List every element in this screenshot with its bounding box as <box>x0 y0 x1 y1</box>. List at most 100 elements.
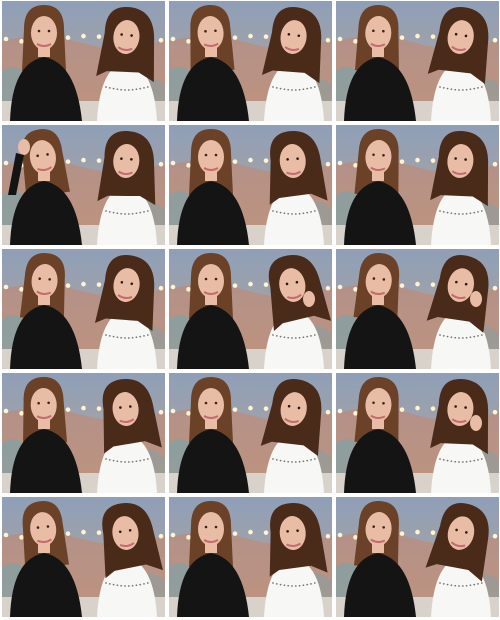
light-bulb <box>3 160 9 166</box>
video-frame <box>336 249 499 369</box>
light-bulb <box>65 407 71 412</box>
video-frame <box>336 497 499 617</box>
neck <box>205 171 217 181</box>
neck <box>38 171 50 181</box>
frame-illustration <box>169 1 332 121</box>
frame-illustration <box>169 497 332 617</box>
light-bulb <box>353 411 358 416</box>
light-bulb <box>3 36 9 42</box>
light-bulb <box>415 529 420 535</box>
face <box>31 16 57 50</box>
light-bulb <box>19 411 24 416</box>
neck <box>38 295 50 305</box>
light-bulb <box>248 33 253 39</box>
light-bulb <box>415 33 420 39</box>
light-bulb <box>170 160 176 166</box>
frame-illustration <box>169 125 332 245</box>
eye <box>214 277 218 281</box>
video-frame <box>169 497 332 617</box>
light-bulb <box>492 161 498 167</box>
eye <box>204 525 208 529</box>
frame-illustration <box>2 249 165 369</box>
light-bulb <box>337 284 343 290</box>
raised-hand <box>18 139 30 155</box>
video-frame <box>169 249 332 369</box>
video-frame <box>2 1 165 121</box>
light-bulb <box>430 406 436 411</box>
neck <box>372 543 384 553</box>
light-bulb <box>170 284 176 290</box>
eye <box>204 401 208 405</box>
light-bulb <box>325 161 331 167</box>
light-bulb <box>263 34 269 39</box>
eye <box>214 153 218 157</box>
light-bulb <box>96 34 102 39</box>
eye <box>214 525 218 529</box>
neck <box>205 47 217 57</box>
light-bulb <box>232 531 238 536</box>
eye <box>47 29 51 33</box>
light-bulb <box>19 535 24 540</box>
light-bulb <box>186 535 191 540</box>
light-bulb <box>232 283 238 288</box>
video-frame <box>169 125 332 245</box>
light-bulb <box>430 282 436 287</box>
light-bulb <box>325 533 331 539</box>
eye <box>214 401 218 405</box>
light-bulb <box>158 161 164 167</box>
light-bulb <box>248 281 253 287</box>
video-frame <box>2 125 165 245</box>
light-bulb <box>81 157 86 163</box>
light-bulb <box>96 282 102 287</box>
light-bulb <box>399 531 405 536</box>
light-bulb <box>353 39 358 44</box>
light-bulb <box>325 37 331 43</box>
light-bulb <box>248 529 253 535</box>
light-bulb <box>232 35 238 40</box>
raised-hand <box>470 415 482 431</box>
light-bulb <box>248 405 253 411</box>
light-bulb <box>248 157 253 163</box>
eye <box>204 277 208 281</box>
light-bulb <box>337 532 343 538</box>
neck <box>38 47 50 57</box>
video-frame <box>2 497 165 617</box>
light-bulb <box>415 281 420 287</box>
light-bulb <box>186 287 191 292</box>
light-bulb <box>65 35 71 40</box>
light-bulb <box>65 531 71 536</box>
neck <box>38 419 50 429</box>
light-bulb <box>337 160 343 166</box>
face <box>198 388 224 422</box>
light-bulb <box>325 409 331 415</box>
light-bulb <box>430 530 436 535</box>
video-frame <box>2 249 165 369</box>
light-bulb <box>186 39 191 44</box>
frame-illustration <box>2 497 165 617</box>
frame-illustration <box>336 249 499 369</box>
light-bulb <box>158 285 164 291</box>
light-bulb <box>232 407 238 412</box>
light-bulb <box>3 284 9 290</box>
frame-illustration <box>336 373 499 493</box>
neck <box>205 419 217 429</box>
light-bulb <box>65 283 71 288</box>
light-bulb <box>19 39 24 44</box>
video-frame <box>2 373 165 493</box>
light-bulb <box>96 158 102 163</box>
neck <box>205 295 217 305</box>
light-bulb <box>170 408 176 414</box>
light-bulb <box>158 37 164 43</box>
light-bulb <box>325 285 331 291</box>
light-bulb <box>399 159 405 164</box>
frame-illustration <box>2 1 165 121</box>
video-frame <box>169 373 332 493</box>
light-bulb <box>170 532 176 538</box>
light-bulb <box>81 529 86 535</box>
video-frame <box>336 125 499 245</box>
face <box>198 140 224 174</box>
light-bulb <box>415 405 420 411</box>
frame-illustration <box>2 125 165 245</box>
frame-illustration <box>336 1 499 121</box>
light-bulb <box>492 409 498 415</box>
